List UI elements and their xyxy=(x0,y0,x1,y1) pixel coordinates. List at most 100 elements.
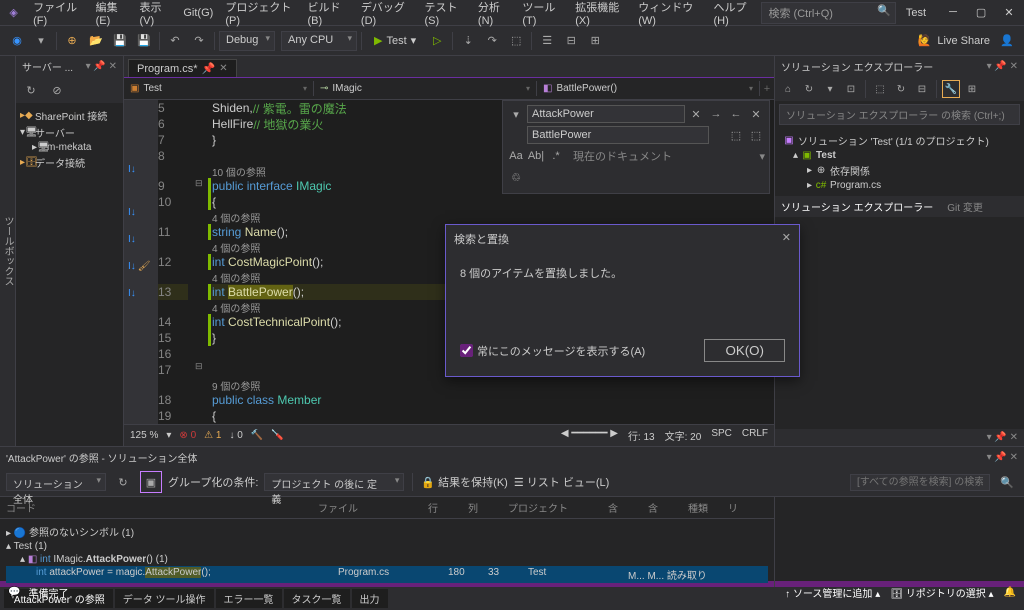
regex-icon[interactable]: .* xyxy=(547,147,565,165)
admin-icon[interactable]: 👤 xyxy=(996,30,1018,52)
filter-icon[interactable]: ▣ xyxy=(140,471,162,493)
project-node[interactable]: ▴▣Test xyxy=(781,149,1018,162)
menu-git[interactable]: Git(G) xyxy=(177,4,219,22)
dependencies-node[interactable]: ▸⊕依存関係 xyxy=(781,162,1018,179)
tree-sharepoint[interactable]: ▸◆SharePoint 接続 xyxy=(18,107,121,124)
nav-scope[interactable]: ▣Test xyxy=(124,81,314,96)
tb-icon[interactable]: ⊟ xyxy=(560,30,582,52)
bottom-tab[interactable]: タスク一覧 xyxy=(284,589,350,608)
nav-type[interactable]: ⊸IMagic xyxy=(314,81,537,96)
preview-icon[interactable]: ⊞ xyxy=(963,80,981,98)
ok-button[interactable]: OK(O) xyxy=(704,339,785,362)
source-control[interactable]: ↑ ソース管理に追加 ▴ xyxy=(785,585,880,600)
close-button[interactable]: ✕ xyxy=(998,6,1020,19)
refs-group-combo[interactable]: プロジェクト の後に 定義 xyxy=(264,473,404,491)
refs-search[interactable] xyxy=(850,474,990,491)
split-icon[interactable]: + xyxy=(760,83,774,95)
pin-icon[interactable]: ▾ 📌 ✕ xyxy=(86,61,117,72)
refresh-icon[interactable]: ↻ xyxy=(892,80,910,98)
global-search[interactable]: 検索 (Ctrl+Q)🔍 xyxy=(761,2,895,24)
tree-machine[interactable]: ▸🖥m-mekata xyxy=(18,141,121,154)
open-icon[interactable]: 📂 xyxy=(85,30,107,52)
menu-file[interactable]: ファイル(F) xyxy=(27,0,89,30)
undo-icon[interactable]: ↶ xyxy=(164,30,186,52)
ref-method[interactable]: ▴ ◧ int IMagic.AttackPower() (1) xyxy=(6,553,768,566)
notifications-icon[interactable]: 🔔 xyxy=(1004,587,1016,598)
nav-back-icon[interactable]: ◉ xyxy=(6,30,28,52)
dropdown-icon[interactable]: ▾ xyxy=(30,30,52,52)
keep-results[interactable]: 🔒 結果を保持(K) xyxy=(421,474,507,490)
ref-call[interactable]: int attackPower = magic.AttackPower(); P… xyxy=(6,566,768,583)
step-over-icon[interactable]: ↷ xyxy=(481,30,503,52)
feedback-icon[interactable]: 💬 xyxy=(8,587,20,598)
menu-view[interactable]: 表示(V) xyxy=(133,0,177,30)
close-panel-icon[interactable]: ✕ xyxy=(747,105,765,123)
bottom-tab[interactable]: 出力 xyxy=(352,589,388,608)
close-tab-icon[interactable]: ✕ xyxy=(219,63,227,74)
redo-icon[interactable]: ↷ xyxy=(188,30,210,52)
find-next-icon[interactable]: ← xyxy=(727,105,745,123)
always-show-checkbox[interactable]: 常にこのメッセージを表示する(A) xyxy=(460,343,645,359)
tree-servers[interactable]: ▾🖥サーバー xyxy=(18,124,121,141)
opt-icon[interactable]: ♲ xyxy=(507,168,525,186)
toolbox-tab[interactable]: ツールボックス xyxy=(0,56,16,446)
stop-icon[interactable]: ⊘ xyxy=(46,79,68,101)
solution-node[interactable]: ▣ソリューション 'Test' (1/1 のプロジェクト) xyxy=(781,132,1018,149)
tree-data[interactable]: ▸🗄データ接続 xyxy=(18,154,121,171)
warning-count[interactable]: ⚠ 1 xyxy=(204,430,221,441)
tb-icon[interactable]: ⊞ xyxy=(584,30,606,52)
tb-icon[interactable]: ☰ xyxy=(536,30,558,52)
pin-tab-icon[interactable]: 📌 xyxy=(202,62,216,75)
live-share-button[interactable]: Live Share xyxy=(937,35,990,47)
close-find-icon[interactable]: ✕ xyxy=(687,105,705,123)
collapse-icon[interactable]: ⊟ xyxy=(913,80,931,98)
find-input[interactable] xyxy=(527,105,685,123)
refs-scope-combo[interactable]: ソリューション全体 xyxy=(6,473,106,491)
stop-icon[interactable]: ⬚ xyxy=(505,30,527,52)
maximize-button[interactable]: ▢ xyxy=(970,6,992,19)
menu-project[interactable]: プロジェクト(P) xyxy=(219,0,301,30)
home-icon[interactable]: ⌂ xyxy=(779,80,797,98)
save-all-icon[interactable]: 💾 xyxy=(133,30,155,52)
zoom-combo[interactable]: 125 % xyxy=(130,430,158,441)
dialog-close-icon[interactable]: ✕ xyxy=(782,231,791,247)
file-tab[interactable]: Program.cs*📌✕ xyxy=(128,59,237,77)
find-prev-icon[interactable]: → xyxy=(707,105,725,123)
menu-edit[interactable]: 編集(E) xyxy=(90,0,134,30)
soln-tab[interactable]: ソリューション エクスプローラー xyxy=(781,199,933,214)
match-case-icon[interactable]: Aa xyxy=(507,147,525,165)
platform-combo[interactable]: Any CPU xyxy=(281,31,357,51)
bottom-tab[interactable]: エラー一覧 xyxy=(216,589,282,608)
step-icon[interactable]: ⇣ xyxy=(457,30,479,52)
ref-group[interactable]: ▴ Test (1) xyxy=(6,540,768,553)
start-debug-button[interactable]: ▶Test ▾ xyxy=(366,32,424,49)
info-count[interactable]: ↓ 0 xyxy=(229,430,242,441)
start-no-debug-icon[interactable]: ▷ xyxy=(426,30,448,52)
repo-select[interactable]: 🗄 リポジトリの選択 ▴ xyxy=(890,585,993,600)
bottom-tab[interactable]: データ ツール操作 xyxy=(115,589,214,608)
solution-search[interactable]: ソリューション エクスプローラー の検索 (Ctrl+;) xyxy=(779,104,1020,125)
save-icon[interactable]: 💾 xyxy=(109,30,131,52)
search-icon[interactable]: 🔍 xyxy=(996,471,1018,493)
config-combo[interactable]: Debug xyxy=(219,31,275,51)
properties-icon[interactable]: 🔧 xyxy=(942,80,960,98)
expand-icon[interactable]: ▾ xyxy=(507,105,525,123)
new-project-icon[interactable]: ⊕ xyxy=(61,30,83,52)
menu-help[interactable]: ヘルプ(H) xyxy=(708,0,762,30)
menu-analyze[interactable]: 分析(N) xyxy=(472,0,516,30)
whole-word-icon[interactable]: Ab| xyxy=(527,147,545,165)
file-node[interactable]: ▸c#Program.cs xyxy=(781,179,1018,192)
sync-icon[interactable]: ↻ xyxy=(800,80,818,98)
tb-icon[interactable]: ▾ xyxy=(821,80,839,98)
refresh-icon[interactable]: ↻ xyxy=(112,471,134,493)
replace-input[interactable] xyxy=(527,126,709,144)
screwdriver-icon[interactable]: 🪛 xyxy=(271,430,283,441)
menu-build[interactable]: ビルド(B) xyxy=(301,0,354,30)
build-icon[interactable]: 🔨 xyxy=(251,430,263,441)
scope-icon[interactable]: ⊡ xyxy=(842,80,860,98)
connect-icon[interactable]: ↻ xyxy=(20,79,42,101)
menu-tools[interactable]: ツール(T) xyxy=(516,0,569,30)
show-all-icon[interactable]: ⬚ xyxy=(871,80,889,98)
menu-test[interactable]: テスト(S) xyxy=(418,0,471,30)
find-scope[interactable]: 現在のドキュメント xyxy=(567,148,757,164)
